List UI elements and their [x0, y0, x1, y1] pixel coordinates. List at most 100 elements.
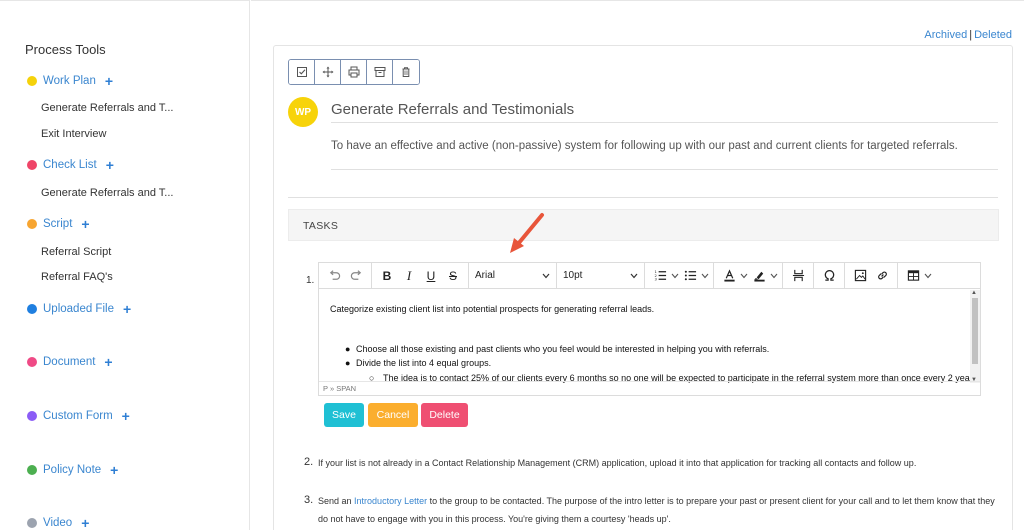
insert-image-button[interactable]: [851, 266, 869, 286]
main-panel: Archived | Deleted WP Generate Referrals a…: [251, 0, 1024, 530]
annotation-arrow-icon: [510, 213, 544, 253]
sidebar-section-document[interactable]: Document +: [27, 354, 113, 370]
sidebar-item-work-plan-1[interactable]: Generate Referrals and T...: [41, 102, 173, 114]
move-button[interactable]: [315, 60, 341, 84]
special-character-button[interactable]: [820, 266, 838, 286]
sidebar-section-label[interactable]: Document: [43, 356, 95, 368]
edit-button[interactable]: [289, 60, 315, 84]
link-separator: |: [969, 29, 973, 41]
edit-check-icon: [296, 67, 307, 77]
add-video-icon[interactable]: +: [81, 516, 89, 530]
task-text-line1: Send an Introductory Letter to the group…: [318, 496, 995, 506]
insert-table-button[interactable]: [904, 266, 922, 286]
add-custom-form-icon[interactable]: +: [122, 409, 130, 423]
page-break-button[interactable]: [789, 266, 807, 286]
table-icon: [907, 270, 919, 281]
add-check-list-icon[interactable]: +: [106, 158, 114, 172]
underline-button[interactable]: U: [422, 266, 440, 286]
add-work-plan-icon[interactable]: +: [105, 74, 113, 88]
script-dot-icon: [27, 219, 37, 229]
redo-button[interactable]: [347, 266, 365, 286]
video-dot-icon: [27, 518, 37, 528]
sidebar-item-check-list-1[interactable]: Generate Referrals and T...: [41, 187, 173, 199]
sidebar-item-script-1[interactable]: Referral Script: [41, 246, 111, 258]
sidebar-section-label[interactable]: Check List: [43, 159, 97, 171]
numbered-list-icon: 123: [654, 270, 666, 282]
sidebar-section-label[interactable]: Policy Note: [43, 464, 101, 476]
element-path[interactable]: P » SPAN: [323, 384, 356, 393]
introductory-letter-link[interactable]: Introductory Letter: [354, 496, 427, 506]
sidebar-section-custom-form[interactable]: Custom Form +: [27, 408, 130, 424]
editor-paragraph[interactable]: Categorize existing client list into pot…: [330, 304, 654, 314]
work-plan-card: WP Generate Referrals and Testimonials T…: [273, 45, 1013, 530]
highlight-button[interactable]: [750, 266, 768, 286]
chevron-down-icon[interactable]: [770, 273, 778, 279]
archived-link[interactable]: Archived: [924, 29, 967, 41]
font-family-select[interactable]: Arial: [469, 262, 557, 289]
strikethrough-button[interactable]: S: [444, 266, 462, 286]
sidebar-section-policy-note[interactable]: Policy Note +: [27, 462, 118, 478]
task-text[interactable]: If your list is not already in a Contact…: [318, 458, 916, 468]
history-group: [319, 262, 372, 289]
print-button[interactable]: [341, 60, 367, 84]
sidebar-section-label[interactable]: Work Plan: [43, 75, 96, 87]
chevron-down-icon[interactable]: [701, 273, 709, 279]
page-break-icon: [792, 269, 804, 282]
scroll-up-icon[interactable]: ▲: [971, 290, 977, 296]
table-group: [898, 263, 936, 289]
move-icon: [322, 66, 333, 78]
section-divider: [288, 197, 998, 198]
page-description[interactable]: To have an effective and active (non-pas…: [331, 140, 958, 152]
save-button[interactable]: Save: [324, 403, 364, 427]
font-size-select[interactable]: 10pt: [557, 262, 645, 289]
sidebar-section-script[interactable]: Script +: [27, 216, 90, 232]
tasks-heading: TASKS: [288, 209, 999, 241]
task-number: 1.: [306, 275, 315, 286]
action-toolbar: [288, 59, 420, 85]
editor-bullet-1[interactable]: Choose all those existing and past clien…: [356, 344, 769, 354]
sidebar-item-work-plan-2[interactable]: Exit Interview: [41, 128, 106, 140]
deleted-link[interactable]: Deleted: [974, 29, 1012, 41]
numbered-list-button[interactable]: 123: [651, 266, 669, 286]
color-group: [714, 262, 783, 289]
text-color-button[interactable]: [720, 266, 738, 286]
list-group: 123: [645, 262, 714, 289]
scrollbar-thumb[interactable]: [972, 298, 978, 364]
printer-icon: [348, 66, 359, 78]
insert-link-button[interactable]: [873, 266, 891, 286]
sidebar: Process Tools Work Plan + Generate Refer…: [0, 0, 250, 530]
editor-bullet-icon: ●: [345, 344, 351, 354]
chevron-down-icon[interactable]: [740, 273, 748, 279]
undo-button[interactable]: [325, 266, 343, 286]
sidebar-section-label[interactable]: Uploaded File: [43, 303, 114, 315]
sidebar-item-script-2[interactable]: Referral FAQ's: [41, 271, 113, 283]
bold-button[interactable]: B: [378, 266, 396, 286]
delete-task-button[interactable]: Delete: [421, 403, 468, 427]
undo-icon: [329, 270, 340, 280]
page-title[interactable]: Generate Referrals and Testimonials: [331, 101, 574, 118]
add-policy-note-icon[interactable]: +: [110, 463, 118, 477]
editor-scrollbar[interactable]: ▲ ▼: [970, 290, 980, 383]
sidebar-section-label[interactable]: Custom Form: [43, 410, 113, 422]
custom-form-dot-icon: [27, 411, 37, 421]
add-script-icon[interactable]: +: [81, 217, 89, 231]
delete-button[interactable]: [393, 60, 419, 84]
sidebar-section-label[interactable]: Video: [43, 517, 72, 529]
sidebar-section-label[interactable]: Script: [43, 218, 72, 230]
add-uploaded-file-icon[interactable]: +: [123, 302, 131, 316]
chevron-down-icon[interactable]: [671, 273, 679, 279]
bullet-list-button[interactable]: [681, 266, 699, 286]
archive-button[interactable]: [367, 60, 393, 84]
italic-button[interactable]: I: [400, 266, 418, 286]
text-color-icon: [723, 269, 735, 282]
editor-content[interactable]: Categorize existing client list into pot…: [319, 290, 970, 383]
sidebar-section-check-list[interactable]: Check List +: [27, 157, 114, 173]
editor-statusbar: P » SPAN: [319, 381, 980, 395]
cancel-button[interactable]: Cancel: [368, 403, 418, 427]
sidebar-section-uploaded-file[interactable]: Uploaded File +: [27, 301, 131, 317]
sidebar-section-work-plan[interactable]: Work Plan +: [27, 73, 113, 89]
chevron-down-icon[interactable]: [924, 273, 932, 279]
add-document-icon[interactable]: +: [104, 355, 112, 369]
sidebar-section-video[interactable]: Video +: [27, 515, 89, 530]
editor-bullet-2[interactable]: Divide the list into 4 equal groups.: [356, 358, 491, 368]
